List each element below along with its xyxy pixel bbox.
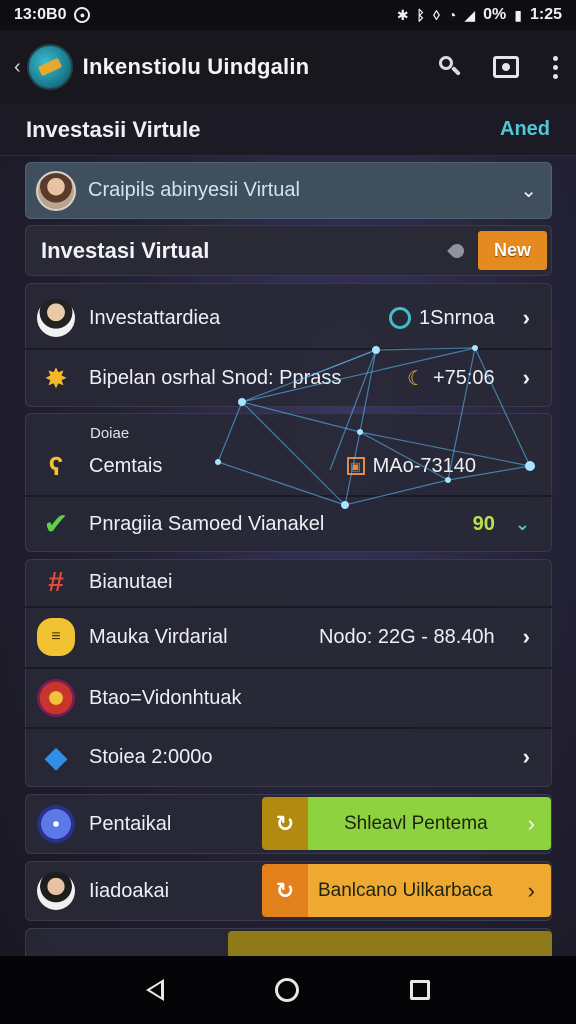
bluetooth-icon: ᛒ (416, 7, 425, 23)
burst-icon (37, 805, 75, 843)
battery-percent: 0% (483, 6, 507, 23)
battery-icon: ▮ (514, 6, 522, 23)
system-nav-bar (0, 956, 576, 1024)
nav-home-icon[interactable] (274, 978, 299, 1002)
status-time-left: 13:0B0 (14, 6, 67, 23)
cube-icon: ◆ (44, 740, 68, 774)
sparkle-icon: ✸ (44, 362, 68, 394)
edit-icon[interactable] (447, 240, 467, 261)
list-item[interactable]: ʕ Cemtais ▣ MAo-73140 (25, 440, 552, 492)
chevron-down-icon: ⌄ (514, 513, 530, 534)
selector-text: Craipils abinyesii Virtual (88, 179, 300, 201)
list-item[interactable]: # Bianutaei (25, 559, 552, 605)
app-bar: ‹ Inkenstiolu Uindgalin (0, 30, 576, 104)
row-label: Stoiea 2:000o (89, 745, 213, 768)
chevron-down-icon: ⌄ (520, 180, 537, 202)
user-icon (389, 307, 412, 329)
row-label: Bipelan osrhal Snod: Pprass (89, 366, 342, 389)
sync-icon: ◊ (432, 7, 440, 23)
list-item[interactable]: Btao=Vidonhtuak (25, 669, 552, 727)
refresh-icon: ↻ (262, 864, 308, 917)
row-meta: Nodo: 22G - 88.40h (318, 625, 495, 648)
new-button[interactable]: New (477, 231, 547, 270)
signal-icon: ◢ (464, 6, 476, 23)
row-meta: +75:06 (432, 366, 495, 389)
person-avatar-icon (37, 872, 75, 910)
partial-button (228, 931, 552, 956)
row-label: Investattardiea (89, 306, 221, 329)
row-label: Btao=Vidonhtuak (89, 686, 242, 709)
row-label: Bianutaei (89, 570, 173, 593)
row-value: 90 (472, 512, 495, 535)
back-arrow-icon[interactable]: ‹ (14, 56, 21, 79)
avatar (36, 170, 76, 211)
flag-icon: ʕ (48, 450, 64, 481)
app-logo-icon (26, 44, 73, 90)
row-meta: 1Snrnoa (419, 306, 495, 329)
grid-icon: # (48, 566, 64, 597)
chevron-right-icon: › (522, 744, 530, 769)
row-label: Iiadoakai (89, 879, 170, 902)
page-header: Investasii Virtule Aned (0, 104, 576, 156)
list-item[interactable]: ≡ Mauka Virdarial Nodo: 22G - 88.40h › (25, 608, 552, 666)
row-label: Pentaikal (89, 812, 172, 835)
chevron-right-icon: › (522, 365, 530, 390)
chevron-right-icon: › (522, 305, 530, 330)
list-item[interactable]: Investattardiea 1Snrnoa › (25, 290, 552, 346)
list-item[interactable]: ✔ Pnragiia Samoed Vianakel 90 ⌄ (25, 497, 552, 551)
button-label: Banlcano Uilkarbaca (308, 864, 528, 917)
app-title: Inkenstiolu Uindgalin (82, 54, 310, 79)
row-label: Pnragiia Samoed Vianakel (89, 512, 325, 535)
notification-icon: ● (74, 7, 91, 23)
account-selector[interactable]: Craipils abinyesii Virtual ⌄ (25, 162, 552, 219)
row-label: Cemtais (89, 454, 163, 477)
check-icon: ✔ (43, 507, 69, 541)
search-icon[interactable] (437, 54, 463, 80)
more-options-icon[interactable] (549, 55, 562, 79)
shield-icon: ≡ (37, 618, 75, 656)
vibrate-icon: ✱ (396, 6, 409, 23)
list-item[interactable]: ✸ Bipelan osrhal Snod: Pprass ☾ +75:06 › (25, 350, 552, 406)
section-title: Investasi Virtual (41, 237, 210, 263)
refresh-icon: ↻ (262, 797, 308, 850)
status-time-right: 1:25 (529, 6, 562, 23)
status-bar: 13:0B0 ● ✱ ᛒ ◊ ◔ ◢ 0% ▮ 1:25 (0, 0, 576, 30)
badge-icon (37, 679, 75, 717)
wifi-icon: ◔ (447, 7, 457, 23)
calendar-icon: ▣ (346, 457, 365, 475)
section-header: Investasi Virtual New (25, 225, 552, 276)
list-item[interactable]: ◆ Stoiea 2:000o › (25, 729, 552, 785)
nav-recents-icon[interactable] (410, 980, 431, 1000)
chevron-right-icon: › (527, 797, 551, 850)
nav-back-icon[interactable] (145, 979, 164, 1001)
chevron-right-icon: › (527, 864, 551, 917)
page-title: Investasii Virtule (26, 116, 201, 142)
row-label: Mauka Virdarial (89, 625, 228, 648)
button-label: Shleavl Pentema (308, 797, 528, 850)
row-meta: MAo-73140 (372, 454, 476, 477)
header-action-link[interactable]: Aned (500, 118, 550, 141)
image-icon[interactable] (493, 56, 519, 78)
moon-icon: ☾ (407, 367, 425, 390)
action-button-green[interactable]: ↻ Shleavl Pentema › (262, 797, 551, 850)
action-button-orange[interactable]: ↻ Banlcano Uilkarbaca › (262, 864, 551, 917)
chevron-right-icon: › (522, 624, 530, 649)
person-avatar-icon (37, 299, 75, 337)
